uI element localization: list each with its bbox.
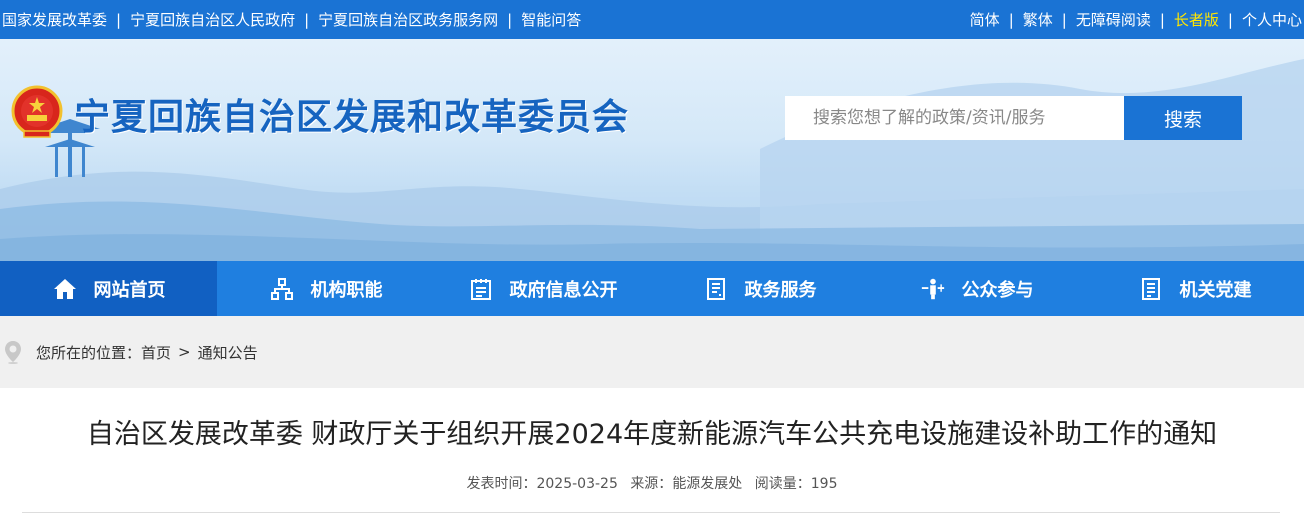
views-info: 阅读量：195 <box>755 476 838 492</box>
publish-info: 发表时间：2025-03-25 <box>466 476 617 492</box>
mountain-scenery <box>0 59 1304 261</box>
org-chart-icon <box>269 276 295 302</box>
document-list-icon <box>703 276 729 302</box>
article-title: 自治区发展改革委 财政厅关于组织开展2024年度新能源汽车公共充电设施建设补助工… <box>86 419 1218 450</box>
breadcrumb-notices[interactable]: 通知公告 <box>198 342 258 363</box>
link-nx-service-portal[interactable]: 宁夏回族自治区政务服务网 <box>318 9 498 30</box>
link-accessibility[interactable]: 无障碍阅读 <box>1076 9 1151 30</box>
source-label: 来源： <box>630 476 673 492</box>
nav-public-participation[interactable]: 公众参与 <box>868 261 1085 316</box>
publish-date: 2025-03-25 <box>536 476 618 492</box>
document-icon <box>1138 276 1164 302</box>
nav-label: 政府信息公开 <box>509 279 618 301</box>
source-info: 来源：能源发展处 <box>630 476 742 492</box>
link-elder-mode[interactable]: 长者版 <box>1174 9 1219 30</box>
link-smart-qa[interactable]: 智能问答 <box>521 9 581 30</box>
search-box <box>785 96 1125 140</box>
nav-label: 机关党建 <box>1179 279 1252 301</box>
calendar-list-icon <box>468 276 494 302</box>
location-pin-icon <box>5 341 21 364</box>
top-links-right: 简体 | 繁体 | 无障碍阅读 | 长者版 | 个人中心 <box>970 0 1302 39</box>
separator: | <box>116 10 122 29</box>
breadcrumb-separator: > <box>178 343 191 361</box>
nav-home[interactable]: 网站首页 <box>0 261 217 316</box>
top-bar: 国家发展改革委 | 宁夏回族自治区人民政府 | 宁夏回族自治区政务服务网 | 智… <box>0 0 1304 39</box>
nav-gov-info-disclosure[interactable]: 政府信息公开 <box>434 261 651 316</box>
nav-label: 公众参与 <box>961 279 1034 301</box>
views-count: 195 <box>810 476 838 492</box>
home-icon <box>52 276 78 302</box>
link-simplified[interactable]: 简体 <box>970 9 1000 30</box>
top-links-left: 国家发展改革委 | 宁夏回族自治区人民政府 | 宁夏回族自治区政务服务网 | 智… <box>2 0 581 39</box>
article-meta: 发表时间：2025-03-25 来源：能源发展处 阅读量：195 <box>0 473 1304 493</box>
breadcrumb-home[interactable]: 首页 <box>141 342 171 363</box>
publish-label: 发表时间： <box>466 476 537 492</box>
divider <box>22 512 1280 513</box>
nav-gov-services[interactable]: 政务服务 <box>651 261 868 316</box>
nav-label: 机构职能 <box>310 279 383 301</box>
search-button[interactable]: 搜索 <box>1124 96 1242 140</box>
site-title: 宁夏回族自治区发展和改革委员会 <box>74 97 630 138</box>
nav-org-functions[interactable]: 机构职能 <box>217 261 434 316</box>
article-panel: 自治区发展改革委 财政厅关于组织开展2024年度新能源汽车公共充电设施建设补助工… <box>0 388 1304 517</box>
link-ndrc[interactable]: 国家发展改革委 <box>2 9 107 30</box>
nav-party-building[interactable]: 机关党建 <box>1085 261 1304 316</box>
people-icon <box>920 276 946 302</box>
national-emblem-icon <box>11 85 63 138</box>
nav-label: 网站首页 <box>93 279 166 301</box>
breadcrumb: 您所在的位置： 首页 > 通知公告 <box>0 316 1304 388</box>
views-label: 阅读量： <box>754 476 811 492</box>
link-nx-government[interactable]: 宁夏回族自治区人民政府 <box>130 9 295 30</box>
separator: | <box>1061 10 1067 29</box>
link-personal-center[interactable]: 个人中心 <box>1242 9 1302 30</box>
nav-label: 政务服务 <box>744 279 817 301</box>
link-traditional[interactable]: 繁体 <box>1023 9 1053 30</box>
separator: | <box>1159 10 1165 29</box>
header-banner: 宁夏回族自治区发展和改革委员会 搜索 <box>0 39 1304 261</box>
separator: | <box>1008 10 1014 29</box>
separator: | <box>507 10 513 29</box>
breadcrumb-prefix: 您所在的位置： <box>36 343 142 362</box>
separator: | <box>1227 10 1233 29</box>
main-nav: 网站首页 机构职能 政府信息公开 政务服务 公众参与 机关党建 <box>0 261 1304 316</box>
separator: | <box>304 10 310 29</box>
source-value: 能源发展处 <box>672 476 743 492</box>
search-input[interactable] <box>785 96 1125 140</box>
